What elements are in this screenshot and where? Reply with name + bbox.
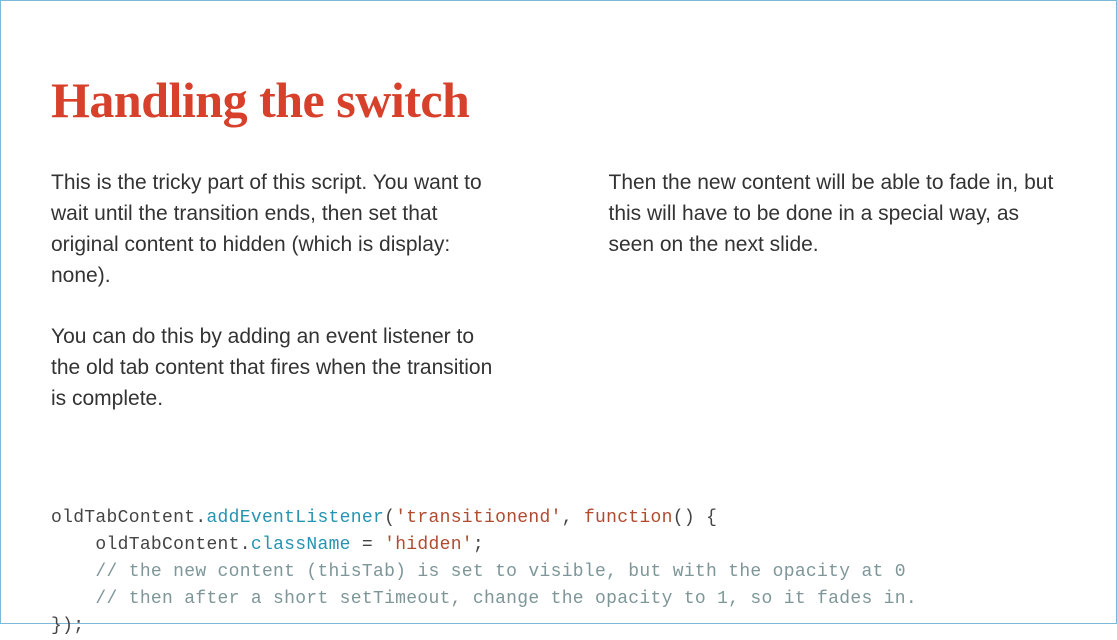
code-token: 'hidden': [384, 535, 473, 555]
code-token: [51, 562, 95, 582]
code-token: [51, 589, 95, 609]
code-token: .: [240, 535, 251, 555]
content-columns: This is the tricky part of this script. …: [51, 167, 1066, 445]
code-comment: // the new content (thisTab) is set to v…: [95, 562, 905, 582]
code-comment: // then after a short setTimeout, change…: [95, 589, 917, 609]
code-token: (: [384, 508, 395, 528]
code-token: function: [584, 508, 673, 528]
code-token: [51, 535, 95, 555]
code-token: 'transitionend': [395, 508, 562, 528]
right-paragraph-1: Then the new content will be able to fad…: [609, 167, 1067, 260]
code-token: () {: [673, 508, 717, 528]
left-column: This is the tricky part of this script. …: [51, 167, 509, 445]
code-token: addEventListener: [206, 508, 384, 528]
left-paragraph-1: This is the tricky part of this script. …: [51, 167, 509, 291]
code-token: oldTabContent: [51, 508, 195, 528]
code-token: .: [195, 508, 206, 528]
code-token: ,: [562, 508, 584, 528]
right-column: Then the new content will be able to fad…: [609, 167, 1067, 445]
code-token: oldTabContent: [95, 535, 239, 555]
code-token: });: [51, 616, 84, 636]
left-paragraph-2: You can do this by adding an event liste…: [51, 321, 509, 414]
code-token: ;: [473, 535, 484, 555]
code-snippet: oldTabContent.addEventListener('transiti…: [51, 505, 1066, 640]
slide-title: Handling the switch: [51, 71, 1066, 129]
code-token: =: [351, 535, 384, 555]
code-token: className: [251, 535, 351, 555]
